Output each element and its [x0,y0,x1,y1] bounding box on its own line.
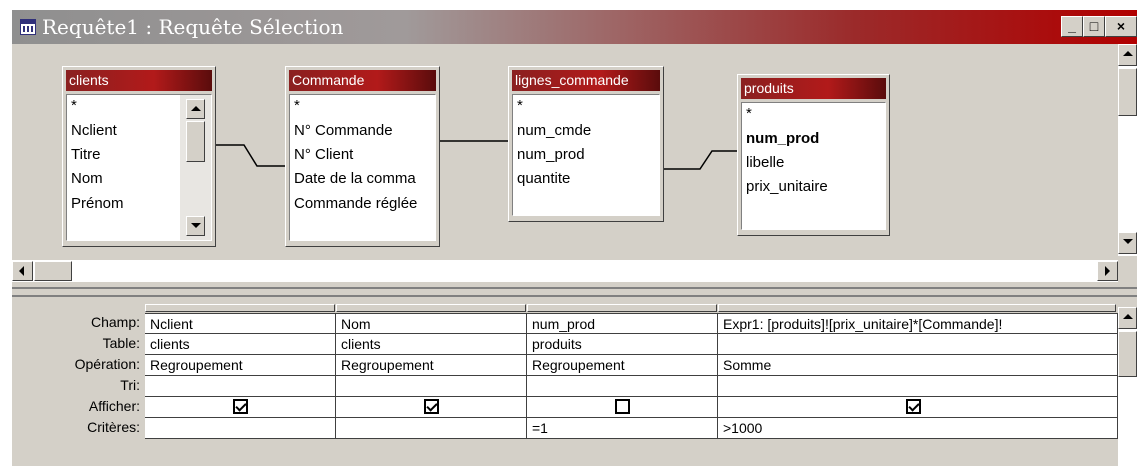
grid-cell-table[interactable]: produits [527,334,718,355]
grid-cell-table[interactable] [718,334,1118,355]
grid-cell-champ[interactable]: Expr1: [produits]![prix_unitaire]*[Comma… [718,313,1118,334]
title-bar[interactable]: Requête1 : Requête Sélection _ □ × [12,10,1137,44]
show-checkbox[interactable] [424,399,439,414]
grid-cell-afficher[interactable] [336,397,527,418]
query-icon [20,19,36,35]
grid-cell-champ[interactable]: Nom [336,313,527,334]
grid-cell-champ[interactable]: num_prod [527,313,718,334]
show-checkbox[interactable] [615,399,630,414]
arrow-left-icon [19,266,24,276]
grid-cell-operation[interactable]: Regroupement [145,355,336,376]
column-selector[interactable] [527,304,717,312]
grid-cell-afficher[interactable] [718,397,1118,418]
scroll-right-button[interactable] [1097,261,1118,281]
design-vertical-scrollbar[interactable] [1118,44,1137,256]
join-line-lignes-produits [664,150,737,170]
arrow-up-icon [1123,314,1133,319]
grid-cell-operation[interactable]: Somme [718,355,1118,376]
column-selector[interactable] [145,304,335,312]
grid-cell-criteres[interactable] [336,418,527,439]
close-button[interactable]: × [1105,16,1137,37]
minimize-button[interactable]: _ [1061,16,1083,37]
grid-cell-tri[interactable] [145,376,336,397]
scroll-thumb[interactable] [1118,68,1137,116]
grid-cell-tri[interactable] [718,376,1118,397]
scroll-up-button[interactable] [1118,307,1137,329]
grid-cell-operation[interactable]: Regroupement [527,355,718,376]
grid-cell-operation[interactable]: Regroupement [336,355,527,376]
grid-cell-criteres[interactable] [145,418,336,439]
table-design-pane[interactable]: clients * Nclient Titre Nom Prénom Comma… [12,44,1118,266]
arrow-right-icon [1105,266,1110,276]
grid-cell-table[interactable]: clients [336,334,527,355]
join-line-clients-commande [216,144,285,167]
grid-cell-tri[interactable] [527,376,718,397]
grid-cell-criteres[interactable]: =1 [527,418,718,439]
row-label-criteres: Critères: [87,419,140,435]
scroll-up-button[interactable] [1118,44,1137,66]
grid-cell-afficher[interactable] [145,397,336,418]
maximize-button[interactable]: □ [1083,16,1105,37]
grid-cell-tri[interactable] [336,376,527,397]
scroll-left-button[interactable] [12,261,33,281]
grid-cell-afficher[interactable] [527,397,718,418]
show-checkbox[interactable] [906,399,921,414]
query-grid-pane: Champ: Table: Opération: Tri: Afficher: … [12,297,1118,466]
pane-splitter[interactable] [12,287,1137,297]
join-lines [216,140,737,170]
query-window: Requête1 : Requête Sélection _ □ × clien… [12,10,1137,466]
grid-cell-champ[interactable]: Nclient [145,313,336,334]
scroll-down-button[interactable] [1118,232,1137,254]
row-label-afficher: Afficher: [88,398,140,414]
arrow-up-icon [1123,51,1133,56]
show-checkbox[interactable] [233,399,248,414]
scroll-thumb[interactable] [34,261,72,281]
column-selector[interactable] [718,304,1116,312]
column-selector[interactable] [336,304,526,312]
grid-cell-criteres[interactable]: >1000 [718,418,1118,439]
row-label-tri: Tri: [120,377,140,393]
row-label-table: Table: [102,335,140,351]
grid-vertical-scrollbar[interactable] [1118,307,1137,466]
scroll-thumb[interactable] [1118,331,1137,377]
row-label-operation: Opération: [74,356,140,372]
arrow-down-icon [1123,239,1133,244]
design-horizontal-scrollbar[interactable] [12,260,1118,282]
grid-cell-table[interactable]: clients [145,334,336,355]
window-title: Requête1 : Requête Sélection [42,15,344,39]
row-label-champ: Champ: [90,314,140,330]
